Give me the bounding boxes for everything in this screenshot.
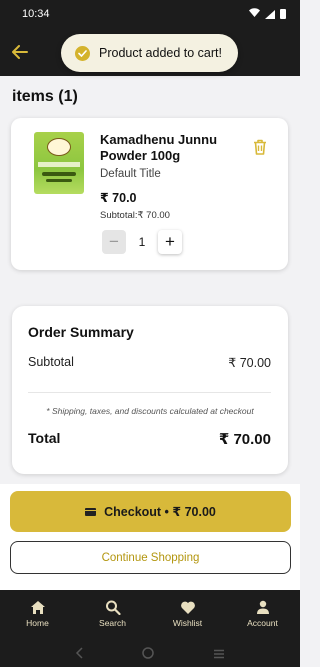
nav-account-label: Account: [247, 618, 278, 628]
arrow-left-icon: [12, 45, 28, 59]
total-value: ₹ 70.00: [218, 431, 271, 448]
summary-divider: [28, 392, 271, 393]
system-back-icon[interactable]: [75, 646, 83, 664]
system-recents-icon[interactable]: [213, 646, 225, 664]
system-navigation: [0, 642, 300, 667]
wifi-icon: [249, 8, 260, 20]
status-icons: [249, 8, 286, 20]
back-button[interactable]: [8, 40, 32, 64]
checkout-button[interactable]: Checkout • ₹ 70.00: [10, 491, 291, 532]
nav-wishlist-label: Wishlist: [172, 618, 203, 628]
shipping-note: * Shipping, taxes, and discounts calcula…: [46, 406, 254, 416]
increase-quantity-button[interactable]: +: [158, 230, 182, 254]
nav-search-label: Search: [99, 618, 126, 628]
system-home-icon[interactable]: [142, 646, 154, 664]
cart-item-card: Kamadhenu Junnu Powder 100g Default Titl…: [11, 118, 288, 270]
nav-search[interactable]: Search: [75, 600, 150, 628]
status-time: 10:34: [22, 8, 50, 20]
order-summary-card: Order Summary Subtotal ₹ 70.00 * Shippin…: [12, 306, 288, 474]
status-bar: 10:34: [0, 0, 300, 28]
product-price: ₹ 70.0: [100, 191, 137, 205]
trash-icon: [254, 139, 266, 155]
order-summary-title: Order Summary: [28, 324, 134, 340]
product-variant: Default Title: [100, 168, 161, 180]
nav-wishlist[interactable]: Wishlist: [150, 600, 225, 628]
subtotal-row: Subtotal ₹ 70.00: [28, 355, 271, 370]
delete-item-button[interactable]: [251, 138, 269, 156]
total-row: Total ₹ 70.00: [28, 430, 271, 448]
check-circle-icon: [75, 45, 90, 61]
nav-home[interactable]: Home: [0, 600, 75, 628]
quantity-stepper: − 1 +: [102, 230, 182, 254]
bottom-navigation: Home Search Wishlist Account: [0, 590, 300, 667]
checkout-panel: Checkout • ₹ 70.00 Continue Shopping: [0, 484, 300, 590]
product-subtotal: Subtotal:₹ 70.00: [100, 210, 170, 221]
subtotal-value: ₹ 70.00: [228, 356, 271, 370]
total-label: Total: [28, 430, 61, 446]
nav-home-label: Home: [26, 618, 49, 628]
heart-icon: [180, 601, 195, 614]
items-heading: items (1): [12, 88, 78, 105]
subtotal-label: Subtotal: [28, 355, 74, 369]
decrease-quantity-button[interactable]: −: [102, 230, 126, 254]
battery-icon: [280, 9, 286, 19]
product-name[interactable]: Kamadhenu Junnu Powder 100g: [100, 132, 240, 164]
signal-icon: [265, 9, 275, 19]
continue-shopping-button[interactable]: Continue Shopping: [10, 541, 291, 574]
nav-account[interactable]: Account: [225, 600, 300, 628]
search-icon: [105, 600, 121, 615]
person-icon: [256, 600, 269, 614]
toast-notification: Product added to cart!: [61, 34, 238, 72]
product-image[interactable]: [34, 132, 84, 194]
toast-message: Product added to cart!: [99, 46, 222, 60]
home-icon: [30, 601, 45, 614]
quantity-value: 1: [138, 235, 146, 249]
credit-card-icon: [85, 507, 97, 516]
checkout-label: Checkout • ₹ 70.00: [104, 505, 216, 519]
